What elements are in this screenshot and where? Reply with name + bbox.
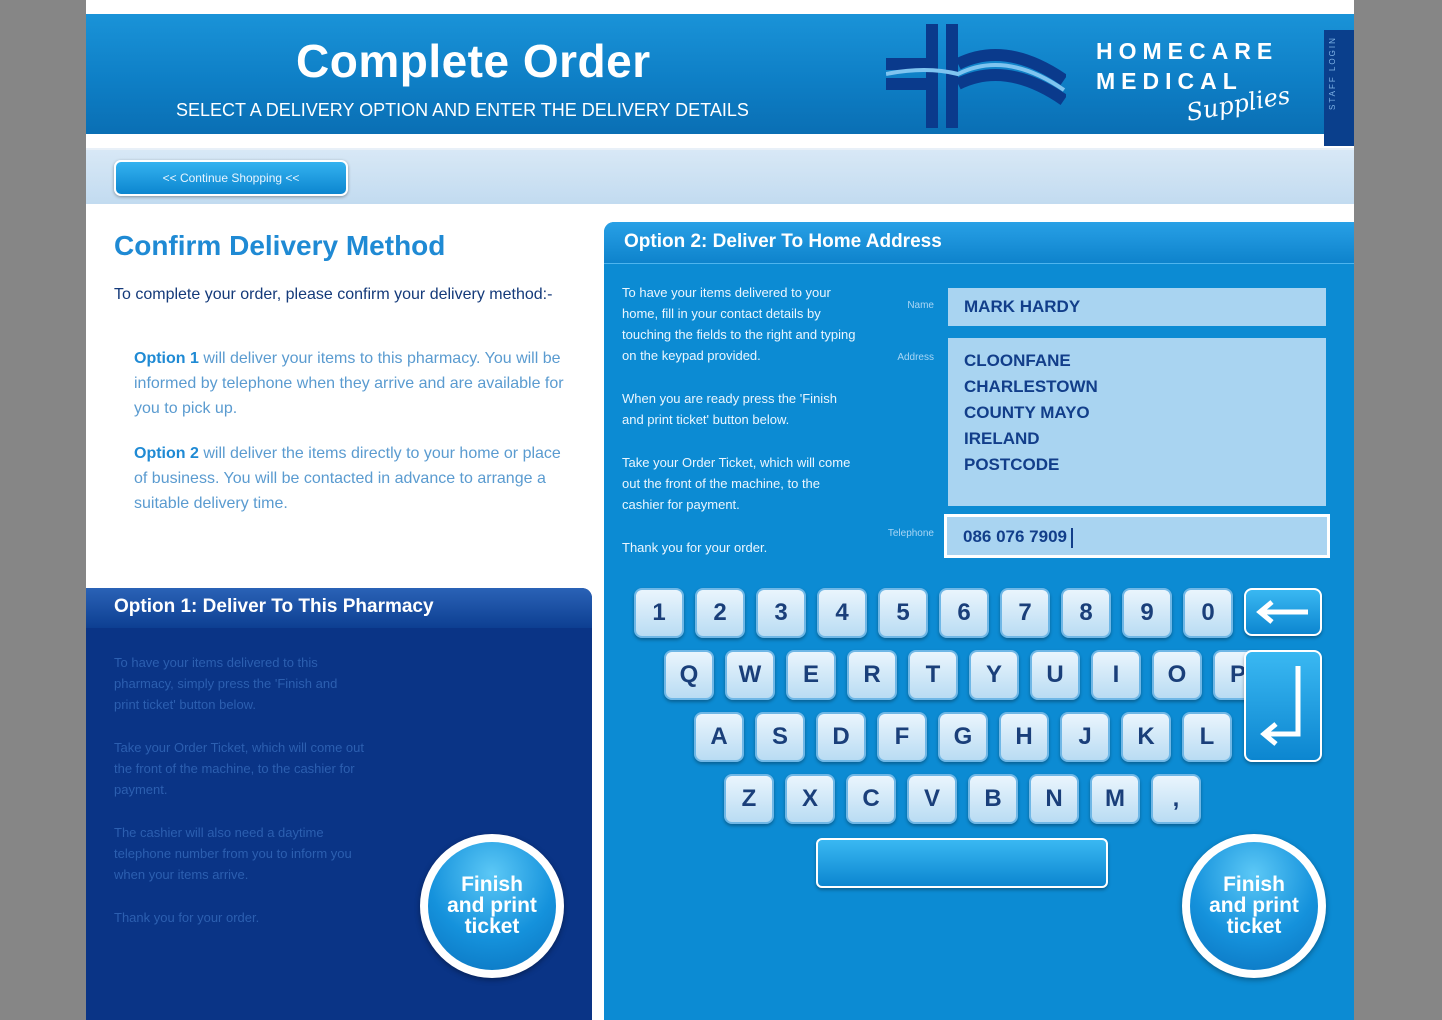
page-subtitle: SELECT A DELIVERY OPTION AND ENTER THE D… — [176, 100, 749, 120]
confirm-delivery-heading: Confirm Delivery Method — [114, 230, 446, 261]
finish-print-ticket-button-option2[interactable]: Finish and print ticket — [1182, 834, 1326, 978]
option2-header: Option 2: Deliver To Home Address — [604, 222, 1354, 264]
key-b[interactable]: B — [968, 774, 1018, 824]
finish-label-line2: and print — [447, 894, 537, 917]
option2-title: Option 2: Deliver To Home Address — [624, 231, 942, 252]
option2-paragraph: Take your Order Ticket, which will come … — [622, 455, 851, 512]
finish-button-face: Finish and print ticket — [1190, 842, 1318, 970]
option2-paragraph: When you are ready press the 'Finish and… — [622, 391, 837, 427]
key-t[interactable]: T — [908, 650, 958, 700]
text-caret — [1071, 527, 1073, 548]
key-f[interactable]: F — [877, 712, 927, 762]
key-s[interactable]: S — [755, 712, 805, 762]
option1-header: Option 1: Deliver To This Pharmacy — [86, 588, 592, 628]
key-n[interactable]: N — [1029, 774, 1079, 824]
confirm-intro-text: To complete your order, please confirm y… — [114, 286, 553, 303]
enter-key[interactable] — [1244, 650, 1322, 762]
option2-description-text: will deliver the items directly to your … — [134, 445, 561, 512]
option1-paragraph: Take your Order Ticket, which will come … — [114, 740, 364, 797]
name-label: Name — [907, 300, 934, 311]
key-2[interactable]: 2 — [695, 588, 745, 638]
navigation-strip: << Continue Shopping << — [86, 148, 1354, 204]
address-field[interactable]: CLOONFANE CHARLESTOWN COUNTY MAYO IRELAN… — [948, 338, 1326, 506]
kiosk-page: Complete Order SELECT A DELIVERY OPTION … — [86, 0, 1354, 1020]
finish-label-line2: and print — [1209, 894, 1299, 917]
key-j[interactable]: J — [1060, 712, 1110, 762]
key-7[interactable]: 7 — [1000, 588, 1050, 638]
name-field[interactable]: MARK HARDY — [948, 288, 1326, 326]
key-1[interactable]: 1 — [634, 588, 684, 638]
option1-paragraph: The cashier will also need a daytime tel… — [114, 825, 352, 882]
logo-text-medical: MEDICAL — [1096, 68, 1243, 94]
space-key[interactable] — [816, 838, 1108, 888]
key-0[interactable]: 0 — [1183, 588, 1233, 638]
address-line: CLOONFANE — [964, 351, 1071, 370]
address-line: COUNTY MAYO — [964, 403, 1090, 422]
option1-description: Option 1 will deliver your items to this… — [134, 346, 574, 421]
finish-label-line3: ticket — [1226, 915, 1282, 938]
continue-shopping-button[interactable]: << Continue Shopping << — [114, 160, 348, 196]
key-u[interactable]: U — [1030, 650, 1080, 700]
key-5[interactable]: 5 — [878, 588, 928, 638]
finish-button-face: Finish and print ticket — [428, 842, 556, 970]
option2-description: Option 2 will deliver the items directly… — [134, 441, 574, 516]
finish-label-line3: ticket — [464, 915, 520, 938]
key-z[interactable]: Z — [724, 774, 774, 824]
logo-text-homecare: HOMECARE — [1096, 38, 1279, 64]
telephone-label: Telephone — [887, 528, 934, 539]
option2-lead: Option 2 — [134, 445, 199, 462]
option2-paragraph: Thank you for your order. — [622, 540, 768, 555]
key-q[interactable]: Q — [664, 650, 714, 700]
key-comma[interactable]: , — [1151, 774, 1201, 824]
option1-paragraph: To have your items delivered to this pha… — [114, 655, 338, 712]
key-i[interactable]: I — [1091, 650, 1141, 700]
option1-instructions: To have your items delivered to this pha… — [114, 652, 364, 950]
staff-login-label: STAFF LOGIN — [1328, 36, 1337, 110]
key-x[interactable]: X — [785, 774, 835, 824]
key-m[interactable]: M — [1090, 774, 1140, 824]
key-3[interactable]: 3 — [756, 588, 806, 638]
option1-paragraph: Thank you for your order. — [114, 910, 260, 925]
staff-login-button[interactable]: STAFF LOGIN — [1324, 30, 1354, 146]
key-4[interactable]: 4 — [817, 588, 867, 638]
address-line: POSTCODE — [964, 455, 1060, 474]
backspace-arrow-icon — [1256, 600, 1308, 624]
option1-lead: Option 1 — [134, 350, 199, 367]
page-title: Complete Order — [296, 35, 651, 87]
key-e[interactable]: E — [786, 650, 836, 700]
telephone-value: 086 076 7909 — [963, 527, 1067, 546]
address-line: CHARLESTOWN — [964, 377, 1098, 396]
key-r[interactable]: R — [847, 650, 897, 700]
key-y[interactable]: Y — [969, 650, 1019, 700]
finish-label-line1: Finish — [1223, 873, 1285, 896]
address-label: Address — [897, 352, 934, 363]
telephone-field[interactable]: 086 076 7909 — [944, 514, 1330, 558]
address-line: IRELAND — [964, 429, 1040, 448]
option2-paragraph: To have your items delivered to your hom… — [622, 285, 856, 363]
enter-arrow-icon — [1260, 666, 1301, 746]
key-v[interactable]: V — [907, 774, 957, 824]
key-9[interactable]: 9 — [1122, 588, 1172, 638]
key-l[interactable]: L — [1182, 712, 1232, 762]
key-h[interactable]: H — [999, 712, 1049, 762]
option2-instructions: To have your items delivered to your hom… — [622, 282, 862, 580]
finish-print-ticket-button-option1[interactable]: Finish and print ticket — [420, 834, 564, 978]
key-g[interactable]: G — [938, 712, 988, 762]
key-a[interactable]: A — [694, 712, 744, 762]
key-c[interactable]: C — [846, 774, 896, 824]
finish-label-line1: Finish — [461, 873, 523, 896]
logo-cross-icon — [886, 24, 1066, 128]
key-8[interactable]: 8 — [1061, 588, 1111, 638]
header-banner: Complete Order SELECT A DELIVERY OPTION … — [86, 14, 1354, 146]
backspace-key[interactable] — [1244, 588, 1322, 636]
key-w[interactable]: W — [725, 650, 775, 700]
key-6[interactable]: 6 — [939, 588, 989, 638]
option1-description-text: will deliver your items to this pharmacy… — [134, 350, 564, 417]
option1-title: Option 1: Deliver To This Pharmacy — [114, 596, 434, 617]
key-k[interactable]: K — [1121, 712, 1171, 762]
key-o[interactable]: O — [1152, 650, 1202, 700]
key-d[interactable]: D — [816, 712, 866, 762]
